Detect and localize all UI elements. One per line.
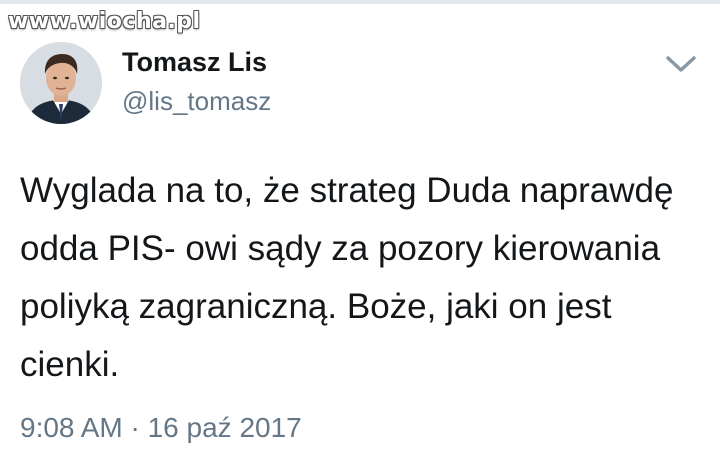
author-handle[interactable]: @lis_tomasz xyxy=(122,86,271,117)
chevron-down-icon[interactable] xyxy=(664,52,698,76)
tweet-text: Wyglada na to, że strateg Duda naprawdę … xyxy=(20,171,674,384)
top-divider xyxy=(0,0,720,4)
author-name[interactable]: Tomasz Lis xyxy=(122,47,267,78)
watermark-logo: www.wiocha.pl xyxy=(8,9,201,34)
tweet-timestamp[interactable]: 9:08 AM · 16 paź 2017 xyxy=(20,412,302,444)
avatar-photo xyxy=(20,42,102,124)
avatar[interactable] xyxy=(20,42,102,124)
